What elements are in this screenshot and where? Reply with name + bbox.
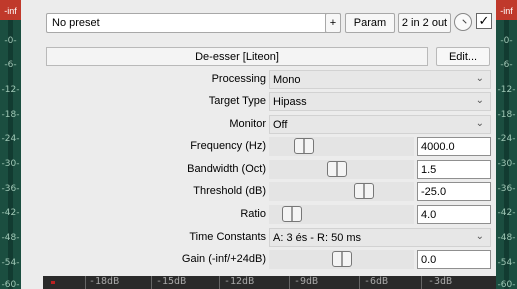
bandwidth-input[interactable]: 1.5 <box>417 160 491 179</box>
chevron-down-icon: ⌄ <box>475 118 484 129</box>
meter-tick: -36- <box>497 184 516 194</box>
meter-tick: -18- <box>497 110 516 120</box>
frequency-row: Frequency (Hz) 4000.0 <box>43 136 494 157</box>
meter-tick: -60- <box>497 280 516 289</box>
meter-scale-label: -12dB <box>224 276 255 287</box>
meter-scale-label: -9dB <box>294 276 319 287</box>
processing-dropdown[interactable]: Mono ⌄ <box>269 70 491 89</box>
meter-tick: -36- <box>1 184 20 194</box>
meter-tick: -48- <box>497 233 516 243</box>
processing-row: Processing Mono ⌄ <box>43 69 494 90</box>
target-type-value: Hipass <box>273 96 307 108</box>
param-button[interactable]: Param <box>345 13 395 33</box>
meter-tick: -30- <box>497 159 516 169</box>
plugin-panel: De-esser [Liteon] Edit... Processing Mon… <box>43 46 494 277</box>
threshold-slider-thumb[interactable] <box>354 183 374 199</box>
target-type-dropdown[interactable]: Hipass ⌄ <box>269 92 491 111</box>
meter-tick: -6- <box>4 60 17 70</box>
processing-value: Mono <box>273 74 301 86</box>
threshold-label: Threshold (dB) <box>193 185 266 197</box>
fx-toolbar: No preset ⌄ + Param 2 in 2 out ✓ <box>21 0 496 44</box>
meter-tick: -0- <box>500 36 513 46</box>
edit-button[interactable]: Edit... <box>436 47 490 66</box>
meter-scale-label: -18dB <box>89 276 120 287</box>
left-peak-readout[interactable]: -inf <box>0 0 21 20</box>
ratio-slider[interactable] <box>269 205 414 224</box>
time-constants-value: A: 3 és - R: 50 ms <box>273 232 362 244</box>
meter-tick: -54- <box>1 258 20 268</box>
frequency-slider-thumb[interactable] <box>294 138 314 154</box>
io-routing-button[interactable]: 2 in 2 out <box>398 13 451 33</box>
threshold-row: Threshold (dB) -25.0 <box>43 181 494 202</box>
meter-tick: -24- <box>497 134 516 144</box>
preset-dropdown[interactable]: No preset ⌄ <box>46 13 341 33</box>
monitor-dropdown[interactable]: Off ⌄ <box>269 115 491 134</box>
preset-value: No preset <box>52 17 100 29</box>
gain-reduction-meter: -18dB -15dB -12dB -9dB -6dB -3dB <box>43 276 496 289</box>
meter-tick: -6- <box>500 60 513 70</box>
ratio-slider-thumb[interactable] <box>282 206 302 222</box>
meter-tick: -48- <box>1 233 20 243</box>
enable-checkbox[interactable]: ✓ <box>476 13 492 29</box>
gain-input[interactable]: 0.0 <box>417 250 491 269</box>
plugin-header: De-esser [Liteon] Edit... <box>43 46 494 66</box>
frequency-slider[interactable] <box>269 137 414 156</box>
target-type-label: Target Type <box>208 95 266 107</box>
chevron-down-icon: ⌄ <box>475 95 484 106</box>
gain-row: Gain (-inf/+24dB) 0.0 <box>43 249 494 270</box>
meter-divider <box>219 276 220 289</box>
left-vu-meter: -inf -0- -6- -12- -18- -24- -30- -36- -4… <box>0 0 21 289</box>
threshold-input[interactable]: -25.0 <box>417 182 491 201</box>
meter-divider <box>85 276 86 289</box>
meter-tick: -18- <box>1 110 20 120</box>
right-peak-readout[interactable]: -inf <box>496 0 517 20</box>
gain-slider[interactable] <box>269 250 414 269</box>
meter-tick: -42- <box>497 208 516 218</box>
ratio-label: Ratio <box>240 208 266 220</box>
meter-scale-label: -15dB <box>156 276 187 287</box>
gain-label: Gain (-inf/+24dB) <box>181 253 266 265</box>
time-constants-dropdown[interactable]: A: 3 és - R: 50 ms ⌄ <box>269 228 491 247</box>
threshold-slider[interactable] <box>269 182 414 201</box>
target-type-row: Target Type Hipass ⌄ <box>43 91 494 112</box>
monitor-label: Monitor <box>229 118 266 130</box>
monitor-value: Off <box>273 119 288 131</box>
meter-divider <box>151 276 152 289</box>
meter-tick: -60- <box>1 280 20 289</box>
meter-tick: -12- <box>1 85 20 95</box>
meter-scale-label: -6dB <box>364 276 389 287</box>
meter-scale-label: -3dB <box>428 276 453 287</box>
time-constants-label: Time Constants <box>189 231 266 243</box>
wet-dry-knob[interactable] <box>454 13 472 31</box>
plugin-title: De-esser [Liteon] <box>46 47 428 66</box>
meter-tick: -54- <box>497 258 516 268</box>
right-vu-meter: -inf -0- -6- -12- -18- -24- -30- -36- -4… <box>496 0 517 289</box>
time-constants-row: Time Constants A: 3 és - R: 50 ms ⌄ <box>43 227 494 248</box>
processing-label: Processing <box>211 73 266 85</box>
meter-divider <box>289 276 290 289</box>
bandwidth-row: Bandwidth (Oct) 1.5 <box>43 159 494 180</box>
bandwidth-label: Bandwidth (Oct) <box>187 163 266 175</box>
meter-clip-indicator <box>51 281 55 284</box>
frequency-label: Frequency (Hz) <box>190 140 266 152</box>
gain-slider-thumb[interactable] <box>332 251 352 267</box>
add-preset-button[interactable]: + <box>325 13 341 33</box>
ratio-input[interactable]: 4.0 <box>417 205 491 224</box>
bandwidth-slider[interactable] <box>269 160 414 179</box>
monitor-row: Monitor Off ⌄ <box>43 114 494 135</box>
meter-tick: -12- <box>497 85 516 95</box>
chevron-down-icon: ⌄ <box>475 231 484 242</box>
meter-divider <box>359 276 360 289</box>
meter-tick: -42- <box>1 208 20 218</box>
bandwidth-slider-thumb[interactable] <box>327 161 347 177</box>
frequency-input[interactable]: 4000.0 <box>417 137 491 156</box>
chevron-down-icon: ⌄ <box>475 73 484 84</box>
meter-divider <box>421 276 422 289</box>
meter-tick: -30- <box>1 159 20 169</box>
meter-tick: -0- <box>4 36 17 46</box>
meter-tick: -24- <box>1 134 20 144</box>
ratio-row: Ratio 4.0 <box>43 204 494 225</box>
